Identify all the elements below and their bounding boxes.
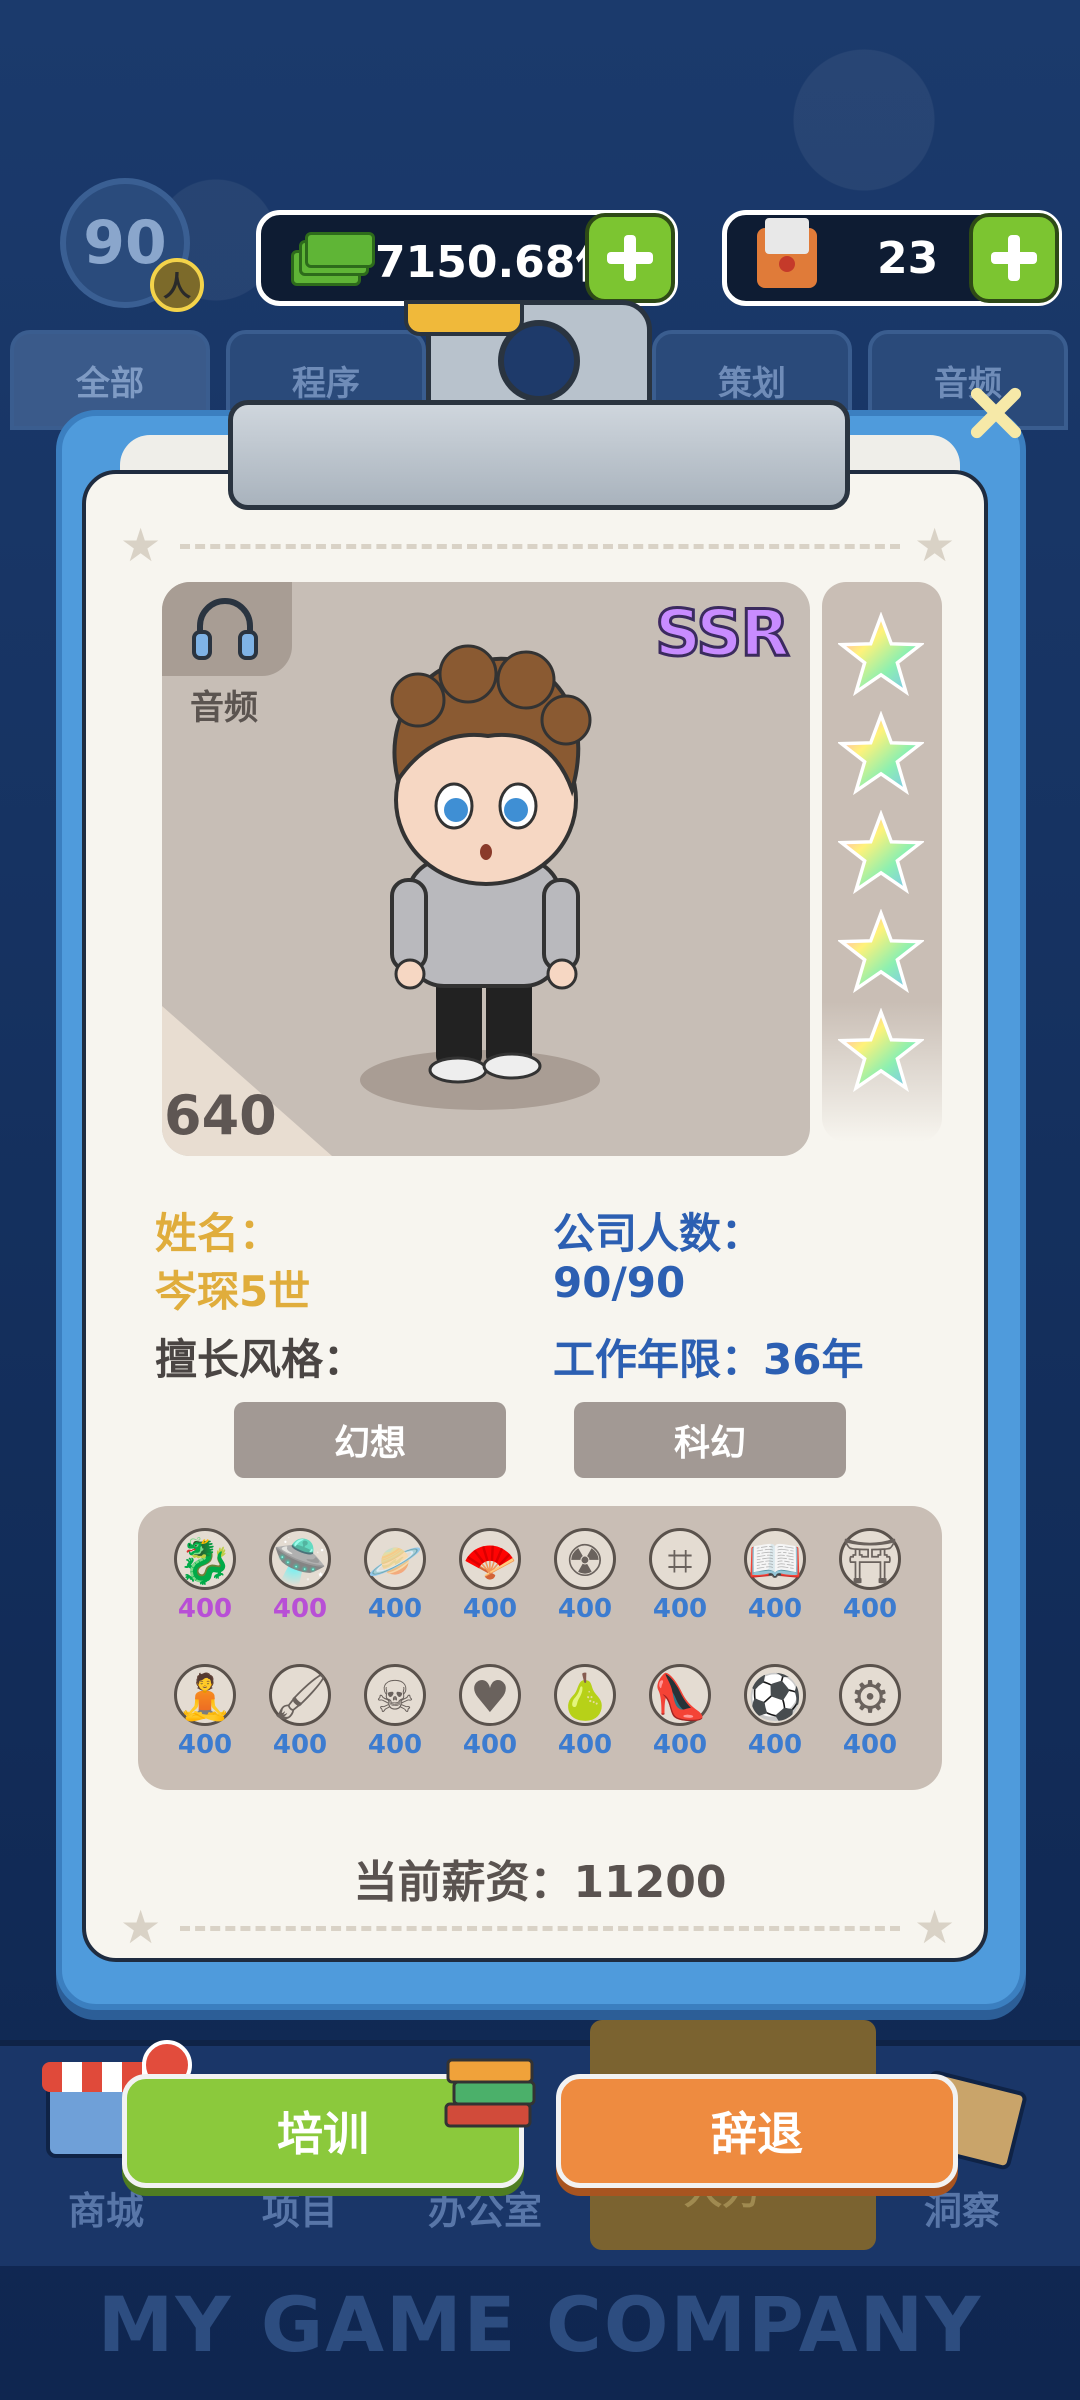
clipboard-clip xyxy=(228,300,850,510)
skill-value: 400 xyxy=(462,1730,518,1760)
skill-item: 🐉 400 xyxy=(165,1528,245,1624)
skill-item: 📖 400 xyxy=(735,1528,815,1624)
sport-icon: ⚽ xyxy=(744,1664,806,1726)
skill-item: 🛸 400 xyxy=(260,1528,340,1624)
nav-office[interactable]: 办公室 xyxy=(428,2180,542,2235)
star-decoration-icon: ★ xyxy=(120,1900,162,1954)
brush-icon: 🖌 xyxy=(269,1664,331,1726)
employee-count: 90 xyxy=(83,208,167,278)
company-count: 90/90 xyxy=(553,1258,686,1307)
skill-value: 400 xyxy=(557,1730,613,1760)
skill-item: 🧘 400 xyxy=(165,1664,245,1760)
skill-item: 🍐 400 xyxy=(545,1664,625,1760)
mail-display: 23 xyxy=(722,210,1062,306)
style-label: 擅长风格： xyxy=(155,1335,366,1384)
skill-item: ☢ 400 xyxy=(545,1528,625,1624)
add-mail-button[interactable] xyxy=(969,213,1059,303)
mail-icon xyxy=(757,218,817,288)
planet-icon: 🪐 xyxy=(364,1528,426,1590)
ufo-icon: 🛸 xyxy=(269,1528,331,1590)
books-icon xyxy=(444,2058,536,2128)
style-tag-scifi: 科幻 xyxy=(574,1402,846,1478)
dragon-icon: 🐉 xyxy=(174,1528,236,1590)
meditation-icon: 🧘 xyxy=(174,1664,236,1726)
skill-item: 🪐 400 xyxy=(355,1528,435,1624)
nav-shop[interactable]: 商城 xyxy=(68,2180,144,2235)
skill-value: 400 xyxy=(842,1594,898,1624)
divider xyxy=(180,544,900,549)
pear-icon: 🍐 xyxy=(554,1664,616,1726)
skill-value: 400 xyxy=(177,1730,233,1760)
high-heel-icon: 👠 xyxy=(649,1664,711,1726)
skill-panel xyxy=(138,1506,942,1790)
money-display: 7150.68亿 xyxy=(256,210,678,306)
employee-name: 岑琛5世 xyxy=(155,1267,311,1316)
skill-value: 400 xyxy=(747,1730,803,1760)
rainbow-star-icon xyxy=(838,711,924,796)
skill-item: 👠 400 xyxy=(640,1664,720,1760)
star-decoration-icon: ★ xyxy=(914,518,956,572)
chip-icon: ⌗ xyxy=(649,1528,711,1590)
money-value: 7150.68亿 xyxy=(375,237,620,288)
skill-value: 400 xyxy=(177,1594,233,1624)
close-button[interactable] xyxy=(962,380,1028,446)
skill-value: 400 xyxy=(272,1594,328,1624)
company-count-label: 公司人数： xyxy=(553,1209,764,1258)
pixel-heart-icon: ♥ xyxy=(459,1664,521,1726)
style-tag-fantasy: 幻想 xyxy=(234,1402,506,1478)
rainbow-star-icon xyxy=(838,1008,924,1093)
skill-value: 400 xyxy=(747,1594,803,1624)
mail-count: 23 xyxy=(877,232,939,284)
work-years: 工作年限：36年 xyxy=(553,1335,864,1384)
skill-item: ⚽ 400 xyxy=(735,1664,815,1760)
department-label: 音频 xyxy=(190,688,258,728)
skill-value: 400 xyxy=(557,1594,613,1624)
skill-value: 400 xyxy=(652,1730,708,1760)
skill-item: ⛩ 400 xyxy=(830,1528,910,1624)
skill-item: ⌗ 400 xyxy=(640,1528,720,1624)
rainbow-star-icon xyxy=(838,909,924,994)
skill-value: 400 xyxy=(842,1730,898,1760)
skull-icon: ☠ xyxy=(364,1664,426,1726)
temple-icon: ⛩ xyxy=(839,1528,901,1590)
gear-icon: ⚙ xyxy=(839,1664,901,1726)
skill-item: 🖌 400 xyxy=(260,1664,340,1760)
skill-value: 400 xyxy=(462,1594,518,1624)
nav-insight[interactable]: 洞察 xyxy=(924,2180,1000,2235)
skill-value: 400 xyxy=(367,1594,423,1624)
employee-count-unit: 人 xyxy=(150,258,204,312)
dismiss-button[interactable]: 辞退 xyxy=(556,2074,958,2188)
skill-item: ♥ 400 xyxy=(450,1664,530,1760)
skill-value: 400 xyxy=(652,1594,708,1624)
book-icon: 📖 xyxy=(744,1528,806,1590)
star-decoration-icon: ★ xyxy=(914,1900,956,1954)
employee-level: 640 xyxy=(164,1084,277,1147)
employee-count-badge[interactable]: 90 人 xyxy=(60,178,204,312)
tab-label: 全部 xyxy=(76,363,144,404)
add-money-button[interactable] xyxy=(585,213,675,303)
rainbow-star-icon xyxy=(838,810,924,895)
name-label: 姓名： xyxy=(155,1209,282,1258)
headphones-icon xyxy=(192,598,258,660)
skill-item: ⚙ 400 xyxy=(830,1664,910,1760)
employee-avatar xyxy=(360,644,600,1110)
radiation-icon: ☢ xyxy=(554,1528,616,1590)
star-decoration-icon: ★ xyxy=(120,518,162,572)
fan-icon: 🪭 xyxy=(459,1528,521,1590)
cash-icon xyxy=(291,232,375,286)
nav-projects[interactable]: 项目 xyxy=(262,2180,338,2235)
dropdown-tab[interactable] xyxy=(404,300,524,336)
skill-value: 400 xyxy=(272,1730,328,1760)
skill-item: 🪭 400 xyxy=(450,1528,530,1624)
rainbow-star-icon xyxy=(838,612,924,697)
skill-item: ☠ 400 xyxy=(355,1664,435,1760)
skill-value: 400 xyxy=(367,1730,423,1760)
rarity-badge: SSR xyxy=(654,596,792,673)
footer-logo: MY GAME COMPANY xyxy=(97,2280,983,2369)
divider xyxy=(180,1926,900,1931)
